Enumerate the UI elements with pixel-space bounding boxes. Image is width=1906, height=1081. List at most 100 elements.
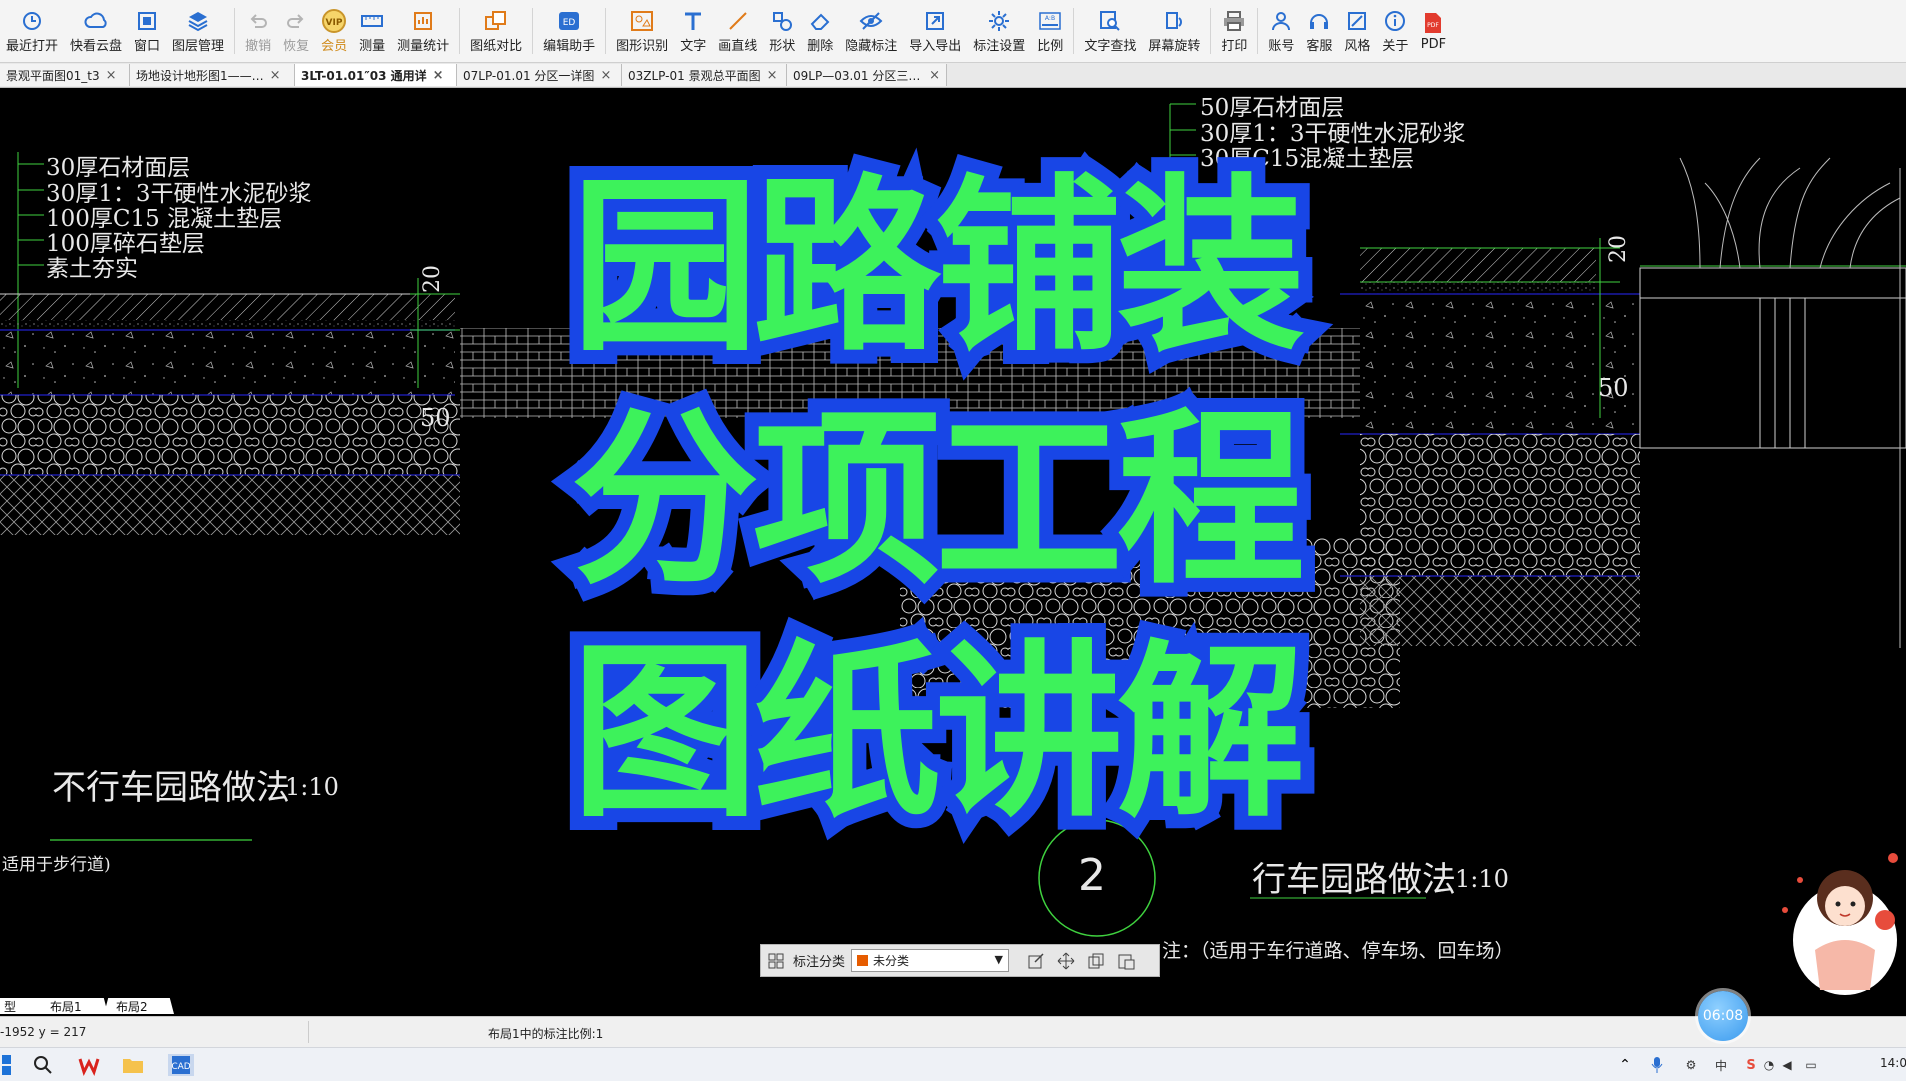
cloud-button[interactable]: 快看云盘 <box>64 0 128 62</box>
svg-text:VIP: VIP <box>326 18 343 28</box>
close-icon[interactable]: × <box>106 68 117 83</box>
pdf-label: PDF <box>1420 36 1447 52</box>
delete-label: 删除 <box>807 38 834 54</box>
document-tab-label: 景观平面图01_t3 <box>6 68 100 83</box>
grid-icon[interactable] <box>761 946 791 976</box>
wps-icon[interactable] <box>78 1054 100 1076</box>
about-button[interactable]: 关于 <box>1376 0 1414 62</box>
document-tab-label: 09LP—03.01 分区三详图 <box>793 68 924 83</box>
shape-recog-button[interactable]: 图形识别 <box>610 0 674 62</box>
document-tab[interactable]: 场地设计地形图1——… × <box>130 64 295 86</box>
text-search-label: 文字查找 <box>1084 38 1137 54</box>
print-button[interactable]: 打印 <box>1215 0 1253 62</box>
shape-recog-label: 图形识别 <box>616 38 669 54</box>
user-icon <box>1268 9 1294 33</box>
toolbar-separator <box>1073 8 1075 54</box>
document-tab[interactable]: 09LP—03.01 分区三详图 × <box>787 64 947 86</box>
recent-open-button[interactable]: 最近打开 <box>0 0 64 62</box>
text-search-button[interactable]: 文字查找 <box>1078 0 1142 62</box>
close-icon[interactable]: × <box>767 68 778 83</box>
text-search-icon <box>1097 9 1123 33</box>
compare-button[interactable]: 图纸对比 <box>464 0 528 62</box>
search-icon[interactable] <box>32 1054 54 1076</box>
clock-icon <box>19 9 45 33</box>
category-color-swatch <box>857 955 869 966</box>
document-tab[interactable]: 3LT-01.01″03 通用详 × <box>295 64 457 86</box>
delete-button[interactable]: 删除 <box>801 0 839 62</box>
pdf-icon: PDF <box>1420 11 1446 35</box>
scale-button[interactable]: A:B 比例 <box>1031 0 1069 62</box>
volume-icon[interactable]: ◀ <box>1776 1054 1798 1076</box>
copy-icon[interactable] <box>1081 946 1111 976</box>
document-tab-label: 3LT-01.01″03 通用详 <box>301 68 427 83</box>
hide-anno-label: 隐藏标注 <box>845 38 898 54</box>
main-toolbar: 最近打开 快看云盘 窗口 图层管理 撤销 恢复 VIP 会员 测量 测量统计 图纸对比 ED 编辑助手 图… <box>0 0 1906 63</box>
line-button[interactable]: 画直线 <box>712 0 763 62</box>
folder-icon[interactable] <box>122 1054 144 1076</box>
scale-icon: A:B <box>1037 9 1063 33</box>
chevron-down-icon: ▼ <box>994 953 1004 966</box>
close-icon[interactable]: × <box>270 68 281 83</box>
system-clock[interactable]: 14:0 <box>1880 1056 1906 1070</box>
text-label: 文字 <box>680 38 707 54</box>
toolbar-separator <box>234 8 236 54</box>
edit-icon[interactable] <box>1021 946 1051 976</box>
document-tab[interactable]: 景观平面图01_t3 × <box>0 64 130 86</box>
recording-timer-badge: 06:08 <box>1698 991 1748 1041</box>
measure-stats-button[interactable]: 测量统计 <box>391 0 455 62</box>
close-icon[interactable]: × <box>433 68 444 83</box>
cad-viewer-icon[interactable]: CAD <box>168 1054 194 1076</box>
ime-language-icon[interactable]: 中 <box>1710 1054 1732 1076</box>
document-tab[interactable]: 07LP-01.01 分区一详图 × <box>457 64 622 86</box>
document-tab-label: 07LP-01.01 分区一详图 <box>463 68 595 83</box>
microphone-icon[interactable] <box>1646 1054 1668 1076</box>
rotate-button[interactable]: 屏幕旋转 <box>1142 0 1206 62</box>
layout-tab-2[interactable]: 布局2 <box>104 998 174 1014</box>
overlay-title-line-1: 园路铺装 <box>557 154 1319 382</box>
svg-text:CAD: CAD <box>171 1062 190 1072</box>
input-method-icon[interactable]: ⚙ <box>1680 1054 1702 1076</box>
document-tab[interactable]: 03ZLP-01 景观总平面图 × <box>622 64 787 86</box>
service-button[interactable]: 客服 <box>1300 0 1338 62</box>
windows-start-icon[interactable] <box>0 1054 12 1076</box>
import-export-button[interactable]: 导入导出 <box>903 0 967 62</box>
window-button[interactable]: 窗口 <box>128 0 166 62</box>
style-button[interactable]: 风格 <box>1338 0 1376 62</box>
paste-icon[interactable] <box>1111 946 1141 976</box>
dim-20-left: 20 <box>420 265 445 293</box>
pdf-button[interactable]: PDF PDF <box>1414 0 1452 62</box>
shape-recognition-icon <box>629 9 655 33</box>
measure-label: 测量 <box>359 38 386 54</box>
measure-button[interactable]: 测量 <box>353 0 391 62</box>
vip-label: 会员 <box>321 38 348 54</box>
undo-button[interactable]: 撤销 <box>239 0 277 62</box>
edit-helper-button[interactable]: ED 编辑助手 <box>537 0 601 62</box>
status-divider <box>308 1021 309 1043</box>
style-label: 风格 <box>1344 38 1371 54</box>
layers-button[interactable]: 图层管理 <box>166 0 230 62</box>
toolbar-separator <box>1257 8 1259 54</box>
close-icon[interactable]: × <box>600 68 611 83</box>
shape-button[interactable]: 形状 <box>763 0 801 62</box>
account-label: 账号 <box>1268 38 1295 54</box>
vip-button[interactable]: VIP 会员 <box>315 0 353 62</box>
rotate-icon <box>1161 9 1187 33</box>
layout-tab-1[interactable]: 布局1 <box>38 998 108 1014</box>
tray-chevron-up-icon[interactable]: ⌃ <box>1614 1054 1636 1076</box>
annotation-category-select[interactable]: 未分类 ▼ <box>851 949 1010 972</box>
text-button[interactable]: 文字 <box>674 0 712 62</box>
redo-button[interactable]: 恢复 <box>277 0 315 62</box>
ruler-icon <box>359 9 385 33</box>
right-detail-scale: 1:10 <box>1455 865 1509 893</box>
account-button[interactable]: 账号 <box>1262 0 1300 62</box>
anno-settings-button[interactable]: 标注设置 <box>967 0 1031 62</box>
hide-anno-button[interactable]: 隐藏标注 <box>839 0 903 62</box>
battery-icon[interactable]: ▭ <box>1800 1054 1822 1076</box>
undo-icon <box>245 9 271 33</box>
os-taskbar: CAD ⌃ ⚙ 中 S ◔ ◀ ▭ 14:0 <box>0 1047 1906 1081</box>
redo-label: 恢复 <box>283 38 310 54</box>
close-icon[interactable]: × <box>929 68 940 83</box>
svg-text:PDF: PDF <box>1428 22 1440 29</box>
move-icon[interactable] <box>1051 946 1081 976</box>
drawing-canvas[interactable]: 30厚石材面层 30厚1：3干硬性水泥砂浆 100厚C15 混凝土垫层 100厚… <box>0 88 1906 995</box>
